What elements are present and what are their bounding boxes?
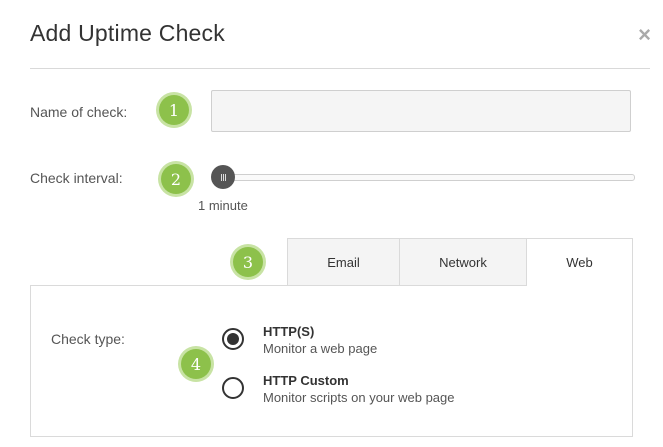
step-badge-1: 1 — [159, 95, 189, 125]
interval-label: Check interval: — [30, 170, 123, 186]
option-http-custom-title: HTTP Custom — [263, 373, 349, 388]
tab-web[interactable]: Web — [526, 238, 633, 286]
option-https-title: HTTP(S) — [263, 324, 315, 339]
name-input[interactable] — [211, 90, 631, 132]
web-tab-panel — [30, 285, 633, 437]
tab-email[interactable]: Email — [287, 238, 399, 286]
step-badge-3: 3 — [233, 247, 263, 277]
interval-slider-track[interactable] — [222, 174, 635, 181]
radio-selected-dot — [227, 333, 239, 345]
option-https-description: Monitor a web page — [263, 341, 378, 356]
radio-https[interactable] — [222, 328, 244, 350]
interval-slider-thumb[interactable] — [211, 165, 235, 189]
tab-bar: Email Network Web — [287, 238, 633, 286]
close-icon[interactable]: × — [638, 24, 651, 46]
step-badge-4: 4 — [181, 349, 211, 379]
check-type-label: Check type: — [51, 331, 125, 347]
tab-network[interactable]: Network — [399, 238, 526, 286]
radio-http-custom[interactable] — [222, 377, 244, 399]
panel-top-border — [30, 285, 526, 286]
header-divider — [30, 68, 650, 69]
name-label: Name of check: — [30, 104, 128, 120]
dialog-title: Add Uptime Check — [30, 20, 225, 46]
interval-value: 1 minute — [198, 198, 248, 213]
option-http-custom-description: Monitor scripts on your web page — [263, 390, 455, 405]
step-badge-2: 2 — [161, 164, 191, 194]
